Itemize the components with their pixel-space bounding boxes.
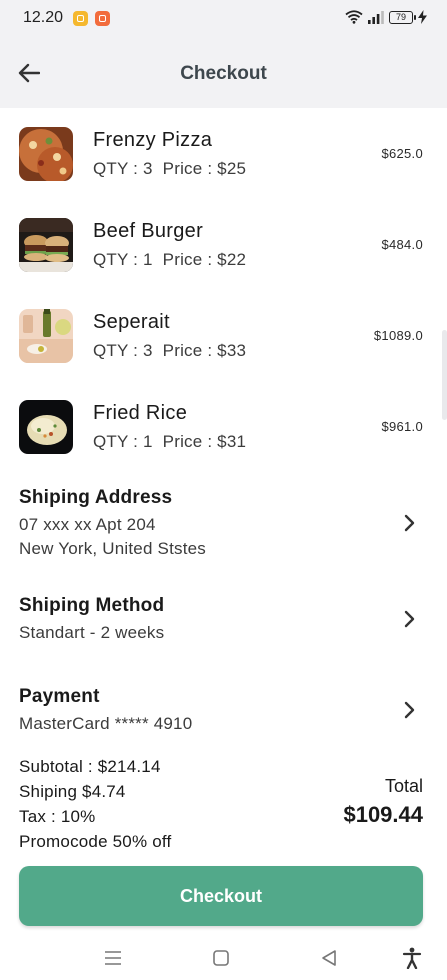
section-title: Shiping Method [19, 595, 165, 616]
charging-icon [418, 10, 427, 24]
battery-icon: 79 [389, 10, 416, 24]
total-value: $109.44 [343, 802, 423, 827]
wifi-icon [345, 10, 363, 24]
item-meta: QTY : 3 Price : $25 [93, 159, 246, 179]
item-amount: $961.0 [381, 419, 423, 434]
status-icons: 79 [345, 10, 427, 24]
status-time: 12.20 [23, 9, 64, 26]
item-price: Price : $22 [162, 250, 247, 269]
order-summary: Subtotal : $214.14 Shiping $4.74 Tax : 1… [19, 754, 171, 854]
item-qty: QTY : 1 [93, 250, 153, 269]
notification-app-icon [95, 11, 110, 26]
accessibility-icon[interactable] [400, 946, 424, 970]
item-meta: QTY : 1 Price : $22 [93, 250, 246, 270]
item-meta: QTY : 1 Price : $31 [93, 432, 246, 452]
item-meta: QTY : 3 Price : $33 [93, 341, 246, 361]
signal-icon [368, 10, 384, 24]
chevron-right-icon [399, 513, 419, 533]
item-amount: $1089.0 [373, 328, 423, 343]
food-image [19, 218, 73, 272]
cart-item[interactable]: Fried Rice QTY : 1 Price : $31 $961.0 [19, 400, 423, 454]
address-line-1: 07 xxx xx Apt 204 [19, 515, 156, 534]
item-amount: $625.0 [381, 146, 423, 161]
total-label: Total [384, 776, 423, 796]
item-name: Seperait [93, 311, 170, 333]
chevron-right-icon [399, 609, 419, 629]
cart-item[interactable]: Seperait QTY : 3 Price : $33 $1089.0 [19, 309, 423, 363]
item-price: Price : $25 [162, 159, 247, 178]
checkout-button[interactable]: Checkout [19, 866, 423, 926]
notification-app-icon [73, 11, 88, 26]
shipping-address-row[interactable]: Shiping Address 07 xxx xx Apt 204 New Yo… [19, 487, 423, 563]
promocode-text: Promocode 50% off [19, 832, 172, 851]
item-price: Price : $31 [162, 432, 247, 451]
home-icon[interactable] [209, 946, 233, 970]
shipping-method-row[interactable]: Shiping Method Standart - 2 weeks [19, 595, 423, 647]
food-image [19, 309, 73, 363]
shipping-method-value: Standart - 2 weeks [19, 623, 165, 642]
menu-icon[interactable] [101, 946, 125, 970]
scroll-indicator [442, 330, 447, 420]
system-nav-bar [0, 936, 447, 980]
back-triangle-icon[interactable] [317, 946, 341, 970]
food-image [19, 127, 73, 181]
food-image [19, 400, 73, 454]
page-title: Checkout [180, 63, 267, 84]
cart-item[interactable]: Beef Burger QTY : 1 Price : $22 $484.0 [19, 218, 423, 272]
payment-value: MasterCard ***** 4910 [19, 714, 193, 733]
item-qty: QTY : 3 [93, 341, 153, 360]
item-price: Price : $33 [162, 341, 247, 360]
item-name: Beef Burger [93, 220, 204, 242]
item-name: Frenzy Pizza [93, 129, 213, 151]
item-qty: QTY : 3 [93, 159, 153, 178]
shipping-cost-text: Shiping $4.74 [19, 782, 126, 801]
item-name: Fried Rice [93, 402, 188, 424]
address-line-2: New York, United Ststes [19, 539, 206, 558]
chevron-right-icon [399, 700, 419, 720]
item-qty: QTY : 1 [93, 432, 153, 451]
item-amount: $484.0 [381, 237, 423, 252]
section-title: Shiping Address [19, 487, 173, 508]
subtotal-text: Subtotal : $214.14 [19, 757, 161, 776]
app-bar: Checkout [0, 36, 447, 108]
payment-row[interactable]: Payment MasterCard ***** 4910 [19, 686, 423, 738]
status-bar: 12.20 79 [0, 0, 447, 36]
cart-item[interactable]: Frenzy Pizza QTY : 3 Price : $25 $625.0 [19, 127, 423, 181]
section-title: Payment [19, 686, 100, 707]
tax-text: Tax : 10% [19, 807, 96, 826]
